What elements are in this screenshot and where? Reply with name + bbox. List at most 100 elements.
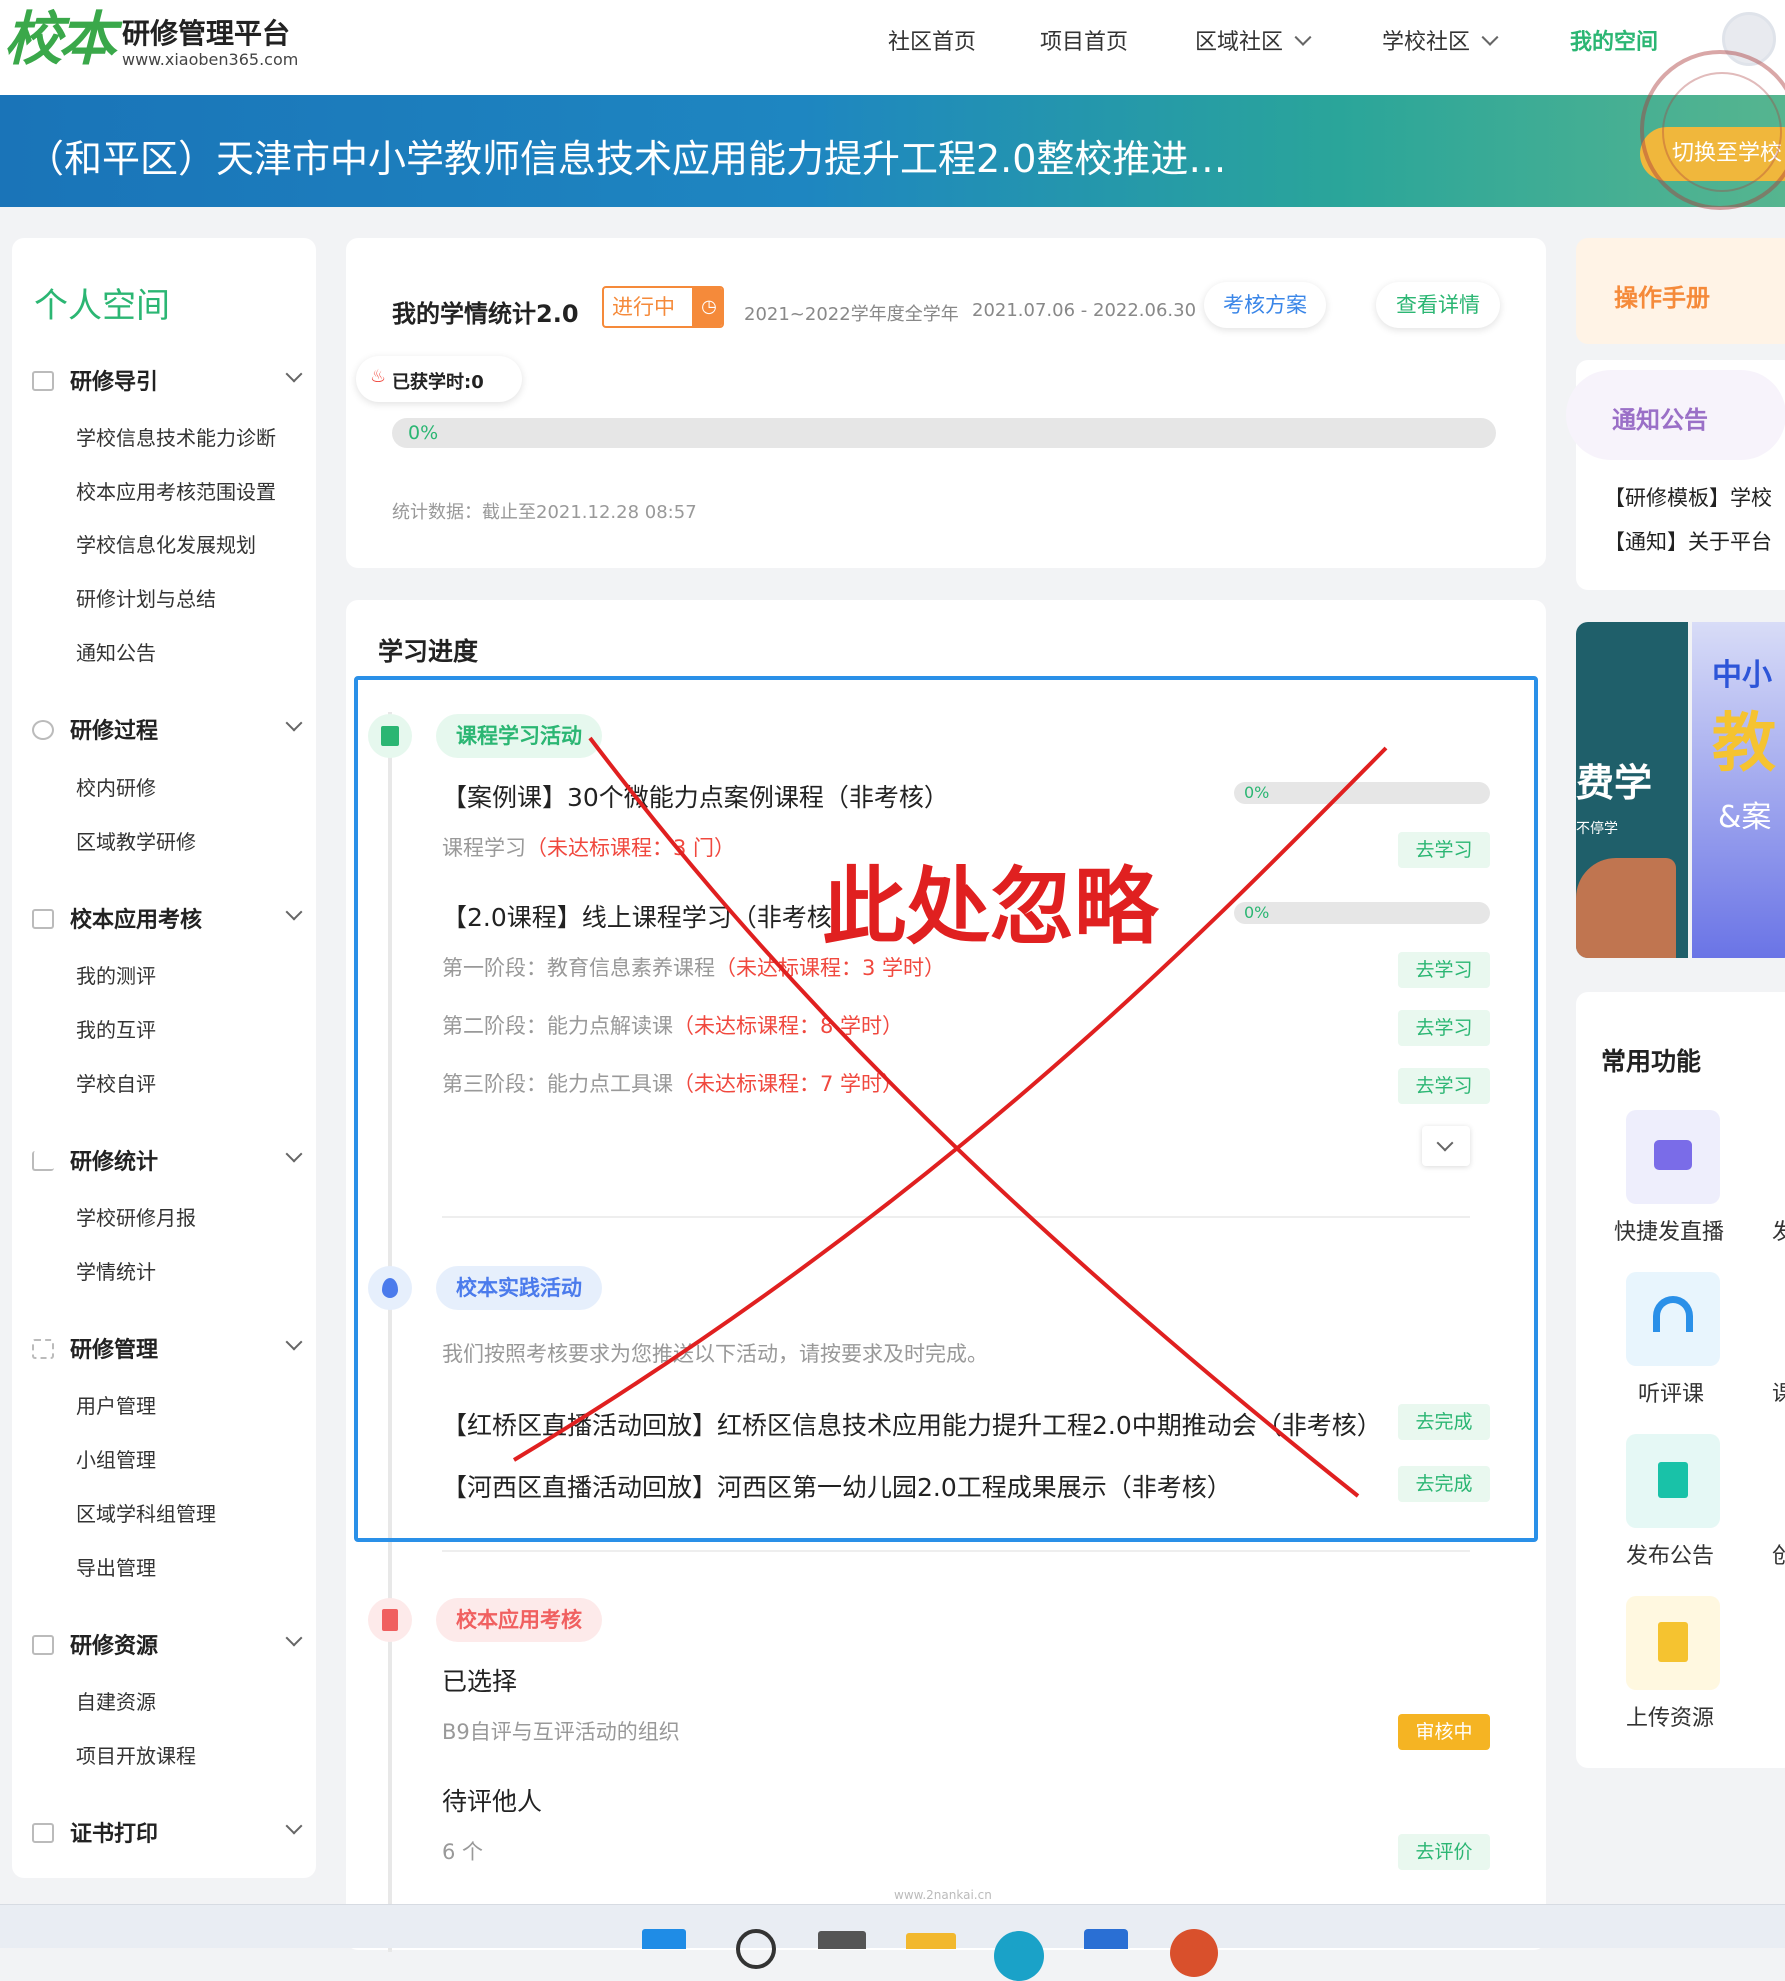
sidebar-group-guide[interactable]: 研修导引 (32, 364, 303, 396)
func-live[interactable]: 快捷发直播 (1614, 1214, 1724, 1246)
pending-label: 待评他人 (442, 1787, 543, 1816)
search-icon[interactable] (736, 1929, 776, 1969)
func-upload[interactable]: 上传资源 (1626, 1700, 1714, 1732)
sidebar-item-groups[interactable]: 小组管理 (76, 1444, 156, 1473)
sidebar-item-open-courses[interactable]: 项目开放课程 (76, 1740, 196, 1769)
task-view-icon[interactable] (818, 1931, 866, 1949)
sidebar-item-scope[interactable]: 校本应用考核范围设置 (76, 476, 276, 505)
stats-year: 2021~2022学年度全学年 (744, 304, 959, 325)
view-details-button[interactable]: 查看详情 (1376, 282, 1500, 328)
notice-card: 通知公告 【研修模板】学校 【通知】关于平台 (1566, 360, 1785, 590)
notice-title: 通知公告 (1612, 406, 1708, 434)
brand-logo[interactable]: 校本 (4, 4, 116, 74)
assessment-plan-button[interactable]: 考核方案 (1204, 282, 1326, 328)
upload-icon[interactable] (1626, 1596, 1720, 1690)
promo-right: 中小 教 &案 (1692, 622, 1785, 958)
funcs-title: 常用功能 (1601, 1047, 1702, 1076)
document-icon (32, 371, 54, 391)
sidebar-group-resources[interactable]: 研修资源 (32, 1628, 303, 1660)
stats-progress-label: 0% (408, 422, 439, 444)
manual-label: 操作手册 (1614, 284, 1710, 312)
target-icon (32, 720, 54, 740)
sidebar-item-notice[interactable]: 通知公告 (76, 637, 156, 666)
cross-annotation (512, 736, 1388, 1498)
stats-note: 统计数据：截止至2021.12.28 08:57 (392, 502, 697, 523)
chevron-down-icon (1294, 28, 1312, 46)
sidebar-item-summary[interactable]: 研修计划与总结 (76, 583, 216, 612)
selected-item: B9自评与互评活动的组织 (442, 1720, 680, 1744)
headphones-icon[interactable] (1626, 1272, 1720, 1366)
sidebar-item-users[interactable]: 用户管理 (76, 1390, 156, 1419)
pending-count: 6 个 (442, 1840, 484, 1864)
learning-stats-card: 我的学情统计2.0 进行中 ◷ 2021~2022学年度全学年 2021.07.… (346, 238, 1546, 568)
sidebar-item-export[interactable]: 导出管理 (76, 1552, 156, 1581)
chevron-down-icon (285, 1817, 303, 1835)
sidebar-item-peer-eval[interactable]: 我的互评 (76, 1014, 156, 1043)
taskbar (0, 1904, 1785, 1981)
sidebar-item-self-eval[interactable]: 学校自评 (76, 1068, 156, 1097)
sidebar-item-my-eval[interactable]: 我的测评 (76, 960, 156, 989)
chevron-down-icon (285, 1145, 303, 1163)
stats-range: 2021.07.06 - 2022.06.30 (972, 300, 1197, 321)
chevron-down-icon (285, 365, 303, 383)
sidebar-item-school-training[interactable]: 校内研修 (76, 772, 156, 801)
func-partial[interactable]: 创 (1772, 1538, 1785, 1570)
edit-icon (32, 909, 54, 929)
list-icon (32, 1635, 54, 1655)
top-nav: 校本 研修管理平台 www.xiaoben365.com 社区首页 项目首页 区… (0, 0, 1785, 95)
sidebar: 个人空间 研修导引 学校信息技术能力诊断 校本应用考核范围设置 学校信息化发展规… (12, 238, 316, 1878)
sidebar-group-management[interactable]: 研修管理 (32, 1332, 303, 1364)
stats-title: 我的学情统计2.0 (392, 300, 579, 328)
live-icon[interactable] (1626, 1110, 1720, 1204)
watermark: www.2nankai.cn (894, 1888, 992, 1902)
sidebar-group-certificate[interactable]: 证书打印 (32, 1816, 303, 1848)
selected-label: 已选择 (442, 1667, 518, 1696)
func-announce[interactable]: 发布公告 (1626, 1538, 1714, 1570)
powerpoint-icon[interactable] (1170, 1929, 1218, 1977)
sidebar-item-diagnosis[interactable]: 学校信息技术能力诊断 (76, 422, 276, 451)
common-functions-card: 常用功能 快捷发直播 发 听评课 课 发布公告 创 上传资源 (1576, 992, 1785, 1768)
sidebar-group-stats[interactable]: 研修统计 (32, 1144, 303, 1176)
status-badge-reviewing: 审核中 (1398, 1714, 1490, 1750)
nav-school-community[interactable]: 学校社区 (1382, 24, 1499, 56)
stats-progress-bar: 0% (392, 418, 1496, 448)
sidebar-item-subject-groups[interactable]: 区域学科组管理 (76, 1498, 216, 1527)
chevron-down-icon (1481, 28, 1499, 46)
start-icon[interactable] (642, 1929, 686, 1949)
folder-icon[interactable] (906, 1933, 956, 1949)
brand-title: 研修管理平台 (122, 17, 291, 50)
seal-watermark (1640, 50, 1785, 210)
assessment-tag: 校本应用考核 (436, 1598, 602, 1642)
nav-my-space[interactable]: 我的空间 (1570, 24, 1658, 56)
sidebar-item-plan[interactable]: 学校信息化发展规划 (76, 529, 256, 558)
clipboard-icon (368, 1598, 412, 1642)
sidebar-item-learning-stats[interactable]: 学情统计 (76, 1256, 156, 1285)
hours-chip: ♨ 已获学时:0 (356, 356, 522, 402)
notice-item[interactable]: 【研修模板】学校 (1604, 482, 1772, 512)
flame-icon: ♨ (370, 366, 387, 387)
manual-card[interactable]: 操作手册 (1576, 238, 1785, 344)
sidebar-group-assessment[interactable]: 校本应用考核 (32, 902, 303, 934)
func-partial[interactable]: 课 (1772, 1376, 1785, 1408)
store-icon[interactable] (1084, 1929, 1128, 1949)
sidebar-title: 个人空间 (34, 286, 170, 326)
nav-community-home[interactable]: 社区首页 (888, 24, 976, 56)
sidebar-item-region-training[interactable]: 区域教学研修 (76, 826, 196, 855)
bar-chart-icon (32, 1151, 54, 1171)
func-lesson-review[interactable]: 听评课 (1638, 1376, 1704, 1408)
learning-progress-card: 学习进度 课程学习活动 【案例课】30个微能力点案例课程（非考核） 0% 课程学… (346, 600, 1546, 1952)
announce-icon[interactable] (1626, 1434, 1720, 1528)
sidebar-item-monthly[interactable]: 学校研修月报 (76, 1202, 196, 1231)
go-evaluate-button[interactable]: 去评价 (1398, 1834, 1490, 1870)
browser-icon[interactable] (994, 1931, 1044, 1981)
status-badge: 进行中 ◷ (602, 286, 724, 328)
promo-banner[interactable]: 费学 不停学 中小 教 &案 (1576, 622, 1785, 958)
sidebar-item-own-resources[interactable]: 自建资源 (76, 1686, 156, 1715)
notice-item[interactable]: 【通知】关于平台 (1604, 526, 1772, 556)
project-banner: （和平区）天津市中小学教师信息技术应用能力提升工程2.0整校推进… 切换至学校 (0, 50, 1785, 210)
grid-icon (32, 1339, 54, 1359)
sidebar-group-process[interactable]: 研修过程 (32, 713, 303, 745)
nav-project-home[interactable]: 项目首页 (1040, 24, 1128, 56)
func-partial[interactable]: 发 (1772, 1214, 1785, 1246)
nav-region-community[interactable]: 区域社区 (1195, 24, 1312, 56)
